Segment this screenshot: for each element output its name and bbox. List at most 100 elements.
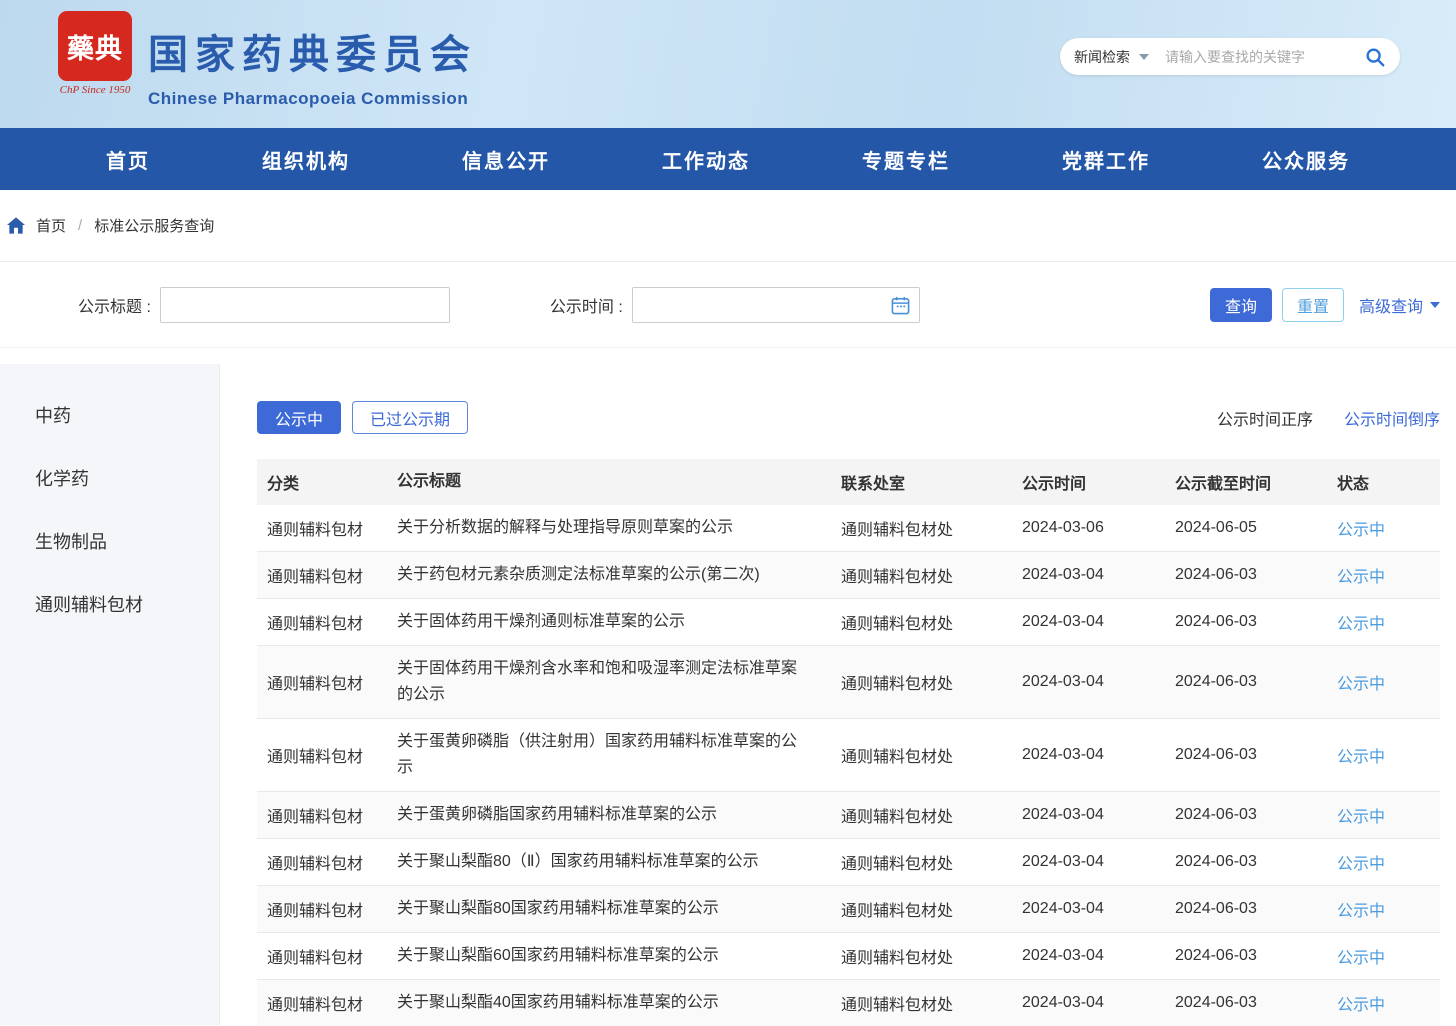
nav-item-public-service[interactable]: 公众服务 <box>1262 145 1350 174</box>
table-row: 通则辅料包材 关于分析数据的解释与处理指导原则草案的公示 通则辅料包材处 202… <box>257 505 1440 552</box>
sidebar-item-biologics[interactable]: 生物制品 <box>0 511 219 574</box>
nav-item-organization[interactable]: 组织机构 <box>262 145 350 174</box>
sort-time-asc-link[interactable]: 公示时间正序 <box>1217 406 1313 430</box>
cell-publish-date: 2024-03-04 <box>1022 566 1175 584</box>
cell-deadline: 2024-06-03 <box>1175 947 1337 965</box>
search-submit-button[interactable] <box>1364 46 1386 68</box>
tab-in-publicity[interactable]: 公示中 <box>257 401 341 434</box>
cell-status-link[interactable]: 公示中 <box>1337 897 1427 921</box>
cell-status-link[interactable]: 公示中 <box>1337 803 1427 827</box>
breadcrumb: 首页 / 标准公示服务查询 <box>0 190 1456 262</box>
table-header-row: 分类 公示标题 联系处室 公示时间 公示截至时间 状态 <box>257 459 1440 505</box>
cell-deadline: 2024-06-03 <box>1175 613 1337 631</box>
sort-time-desc-link[interactable]: 公示时间倒序 <box>1344 406 1440 430</box>
cell-status-link[interactable]: 公示中 <box>1337 563 1427 587</box>
site-header: 藥典 ChP Since 1950 国家药典委员会 Chinese Pharma… <box>0 0 1456 128</box>
seal-logo-icon: 藥典 <box>58 11 132 81</box>
table-row: 通则辅料包材 关于聚山梨酯80国家药用辅料标准草案的公示 通则辅料包材处 202… <box>257 886 1440 933</box>
cell-status-link[interactable]: 公示中 <box>1337 670 1427 694</box>
site-logo[interactable]: 藥典 ChP Since 1950 <box>55 11 135 96</box>
seal-text: 藥典 <box>67 27 123 66</box>
home-icon[interactable] <box>7 217 25 234</box>
cell-category: 通则辅料包材 <box>257 803 397 827</box>
cell-deadline: 2024-06-03 <box>1175 994 1337 1012</box>
nav-item-work-news[interactable]: 工作动态 <box>662 145 750 174</box>
table-body: 通则辅料包材 关于分析数据的解释与处理指导原则草案的公示 通则辅料包材处 202… <box>257 505 1440 1026</box>
cell-dept: 通则辅料包材处 <box>841 516 1022 540</box>
cell-category: 通则辅料包材 <box>257 743 397 767</box>
cell-category: 通则辅料包材 <box>257 563 397 587</box>
col-header-category: 分类 <box>257 470 397 494</box>
breadcrumb-current: 标准公示服务查询 <box>94 215 214 236</box>
cell-status-link[interactable]: 公示中 <box>1337 610 1427 634</box>
table-row: 通则辅料包材 关于蛋黄卵磷脂（供注射用）国家药用辅料标准草案的公示 通则辅料包材… <box>257 719 1440 792</box>
cell-deadline: 2024-06-03 <box>1175 900 1337 918</box>
calendar-icon[interactable] <box>891 296 910 315</box>
cell-category: 通则辅料包材 <box>257 991 397 1015</box>
query-button[interactable]: 查询 <box>1210 288 1272 322</box>
search-category-select[interactable]: 新闻检索 <box>1074 47 1130 67</box>
cell-status-link[interactable]: 公示中 <box>1337 944 1427 968</box>
cell-publish-date: 2024-03-04 <box>1022 900 1175 918</box>
sidebar-item-tcm[interactable]: 中药 <box>0 385 219 448</box>
cell-dept: 通则辅料包材处 <box>841 944 1022 968</box>
cell-category: 通则辅料包材 <box>257 944 397 968</box>
cell-notice-title-link[interactable]: 关于分析数据的解释与处理指导原则草案的公示 <box>397 515 841 541</box>
cell-status-link[interactable]: 公示中 <box>1337 850 1427 874</box>
main-nav: 首页 组织机构 信息公开 工作动态 专题专栏 党群工作 公众服务 <box>0 128 1456 190</box>
cell-publish-date: 2024-03-04 <box>1022 806 1175 824</box>
notice-time-label: 公示时间 : <box>550 293 623 317</box>
cell-status-link[interactable]: 公示中 <box>1337 516 1427 540</box>
cell-dept: 通则辅料包材处 <box>841 670 1022 694</box>
cell-notice-title-link[interactable]: 关于药包材元素杂质测定法标准草案的公示(第二次) <box>397 562 841 588</box>
cell-dept: 通则辅料包材处 <box>841 897 1022 921</box>
notice-table: 分类 公示标题 联系处室 公示时间 公示截至时间 状态 通则辅料包材 关于分析数… <box>257 459 1440 1026</box>
cell-status-link[interactable]: 公示中 <box>1337 991 1427 1015</box>
chevron-down-icon[interactable] <box>1139 54 1149 60</box>
chevron-down-icon <box>1430 302 1440 308</box>
sidebar-item-general-excipients[interactable]: 通则辅料包材 <box>0 574 219 637</box>
cell-notice-title-link[interactable]: 关于聚山梨酯80国家药用辅料标准草案的公示 <box>397 896 841 922</box>
nav-item-party-work[interactable]: 党群工作 <box>1062 145 1150 174</box>
cell-publish-date: 2024-03-04 <box>1022 673 1175 691</box>
cell-deadline: 2024-06-03 <box>1175 853 1337 871</box>
col-header-status: 状态 <box>1337 470 1427 494</box>
breadcrumb-home-link[interactable]: 首页 <box>36 215 66 236</box>
filter-bar: 公示标题 : 公示时间 : 查询 重置 高级查询 <box>0 262 1456 348</box>
magnifier-icon <box>1364 46 1386 68</box>
advanced-query-link[interactable]: 高级查询 <box>1359 293 1440 317</box>
nav-item-information[interactable]: 信息公开 <box>462 145 550 174</box>
cell-notice-title-link[interactable]: 关于固体药用干燥剂通则标准草案的公示 <box>397 609 841 635</box>
cell-publish-date: 2024-03-04 <box>1022 947 1175 965</box>
table-row: 通则辅料包材 关于药包材元素杂质测定法标准草案的公示(第二次) 通则辅料包材处 … <box>257 552 1440 599</box>
header-search: 新闻检索 <box>1060 38 1400 75</box>
tab-past-publicity[interactable]: 已过公示期 <box>352 401 468 434</box>
col-header-publish-date: 公示时间 <box>1022 470 1175 494</box>
cell-notice-title-link[interactable]: 关于蛋黄卵磷脂（供注射用）国家药用辅料标准草案的公示 <box>397 729 841 781</box>
cell-dept: 通则辅料包材处 <box>841 743 1022 767</box>
cell-status-link[interactable]: 公示中 <box>1337 743 1427 767</box>
col-header-deadline: 公示截至时间 <box>1175 470 1337 494</box>
list-toolbar: 公示中 已过公示期 公示时间正序 公示时间倒序 <box>257 401 1440 434</box>
notice-title-input[interactable] <box>160 287 450 323</box>
reset-button[interactable]: 重置 <box>1282 288 1344 322</box>
category-sidebar: 中药 化学药 生物制品 通则辅料包材 <box>0 364 220 1025</box>
nav-item-special-topics[interactable]: 专题专栏 <box>862 145 950 174</box>
brand-block: 国家药典委员会 Chinese Pharmacopoeia Commission <box>148 22 477 109</box>
cell-publish-date: 2024-03-04 <box>1022 746 1175 764</box>
cell-publish-date: 2024-03-04 <box>1022 853 1175 871</box>
notice-time-input[interactable] <box>632 287 920 323</box>
nav-item-home[interactable]: 首页 <box>106 145 150 174</box>
cell-notice-title-link[interactable]: 关于聚山梨酯80（Ⅱ）国家药用辅料标准草案的公示 <box>397 849 841 875</box>
cell-notice-title-link[interactable]: 关于固体药用干燥剂含水率和饱和吸湿率测定法标准草案的公示 <box>397 656 841 708</box>
site-title: 国家药典委员会 <box>148 22 477 80</box>
table-row: 通则辅料包材 关于蛋黄卵磷脂国家药用辅料标准草案的公示 通则辅料包材处 2024… <box>257 792 1440 839</box>
table-row: 通则辅料包材 关于聚山梨酯40国家药用辅料标准草案的公示 通则辅料包材处 202… <box>257 980 1440 1026</box>
cell-notice-title-link[interactable]: 关于蛋黄卵磷脂国家药用辅料标准草案的公示 <box>397 802 841 828</box>
cell-notice-title-link[interactable]: 关于聚山梨酯40国家药用辅料标准草案的公示 <box>397 990 841 1016</box>
search-input[interactable] <box>1165 49 1364 65</box>
cell-deadline: 2024-06-03 <box>1175 673 1337 691</box>
sidebar-item-chemical[interactable]: 化学药 <box>0 448 219 511</box>
cell-notice-title-link[interactable]: 关于聚山梨酯60国家药用辅料标准草案的公示 <box>397 943 841 969</box>
cell-publish-date: 2024-03-04 <box>1022 994 1175 1012</box>
